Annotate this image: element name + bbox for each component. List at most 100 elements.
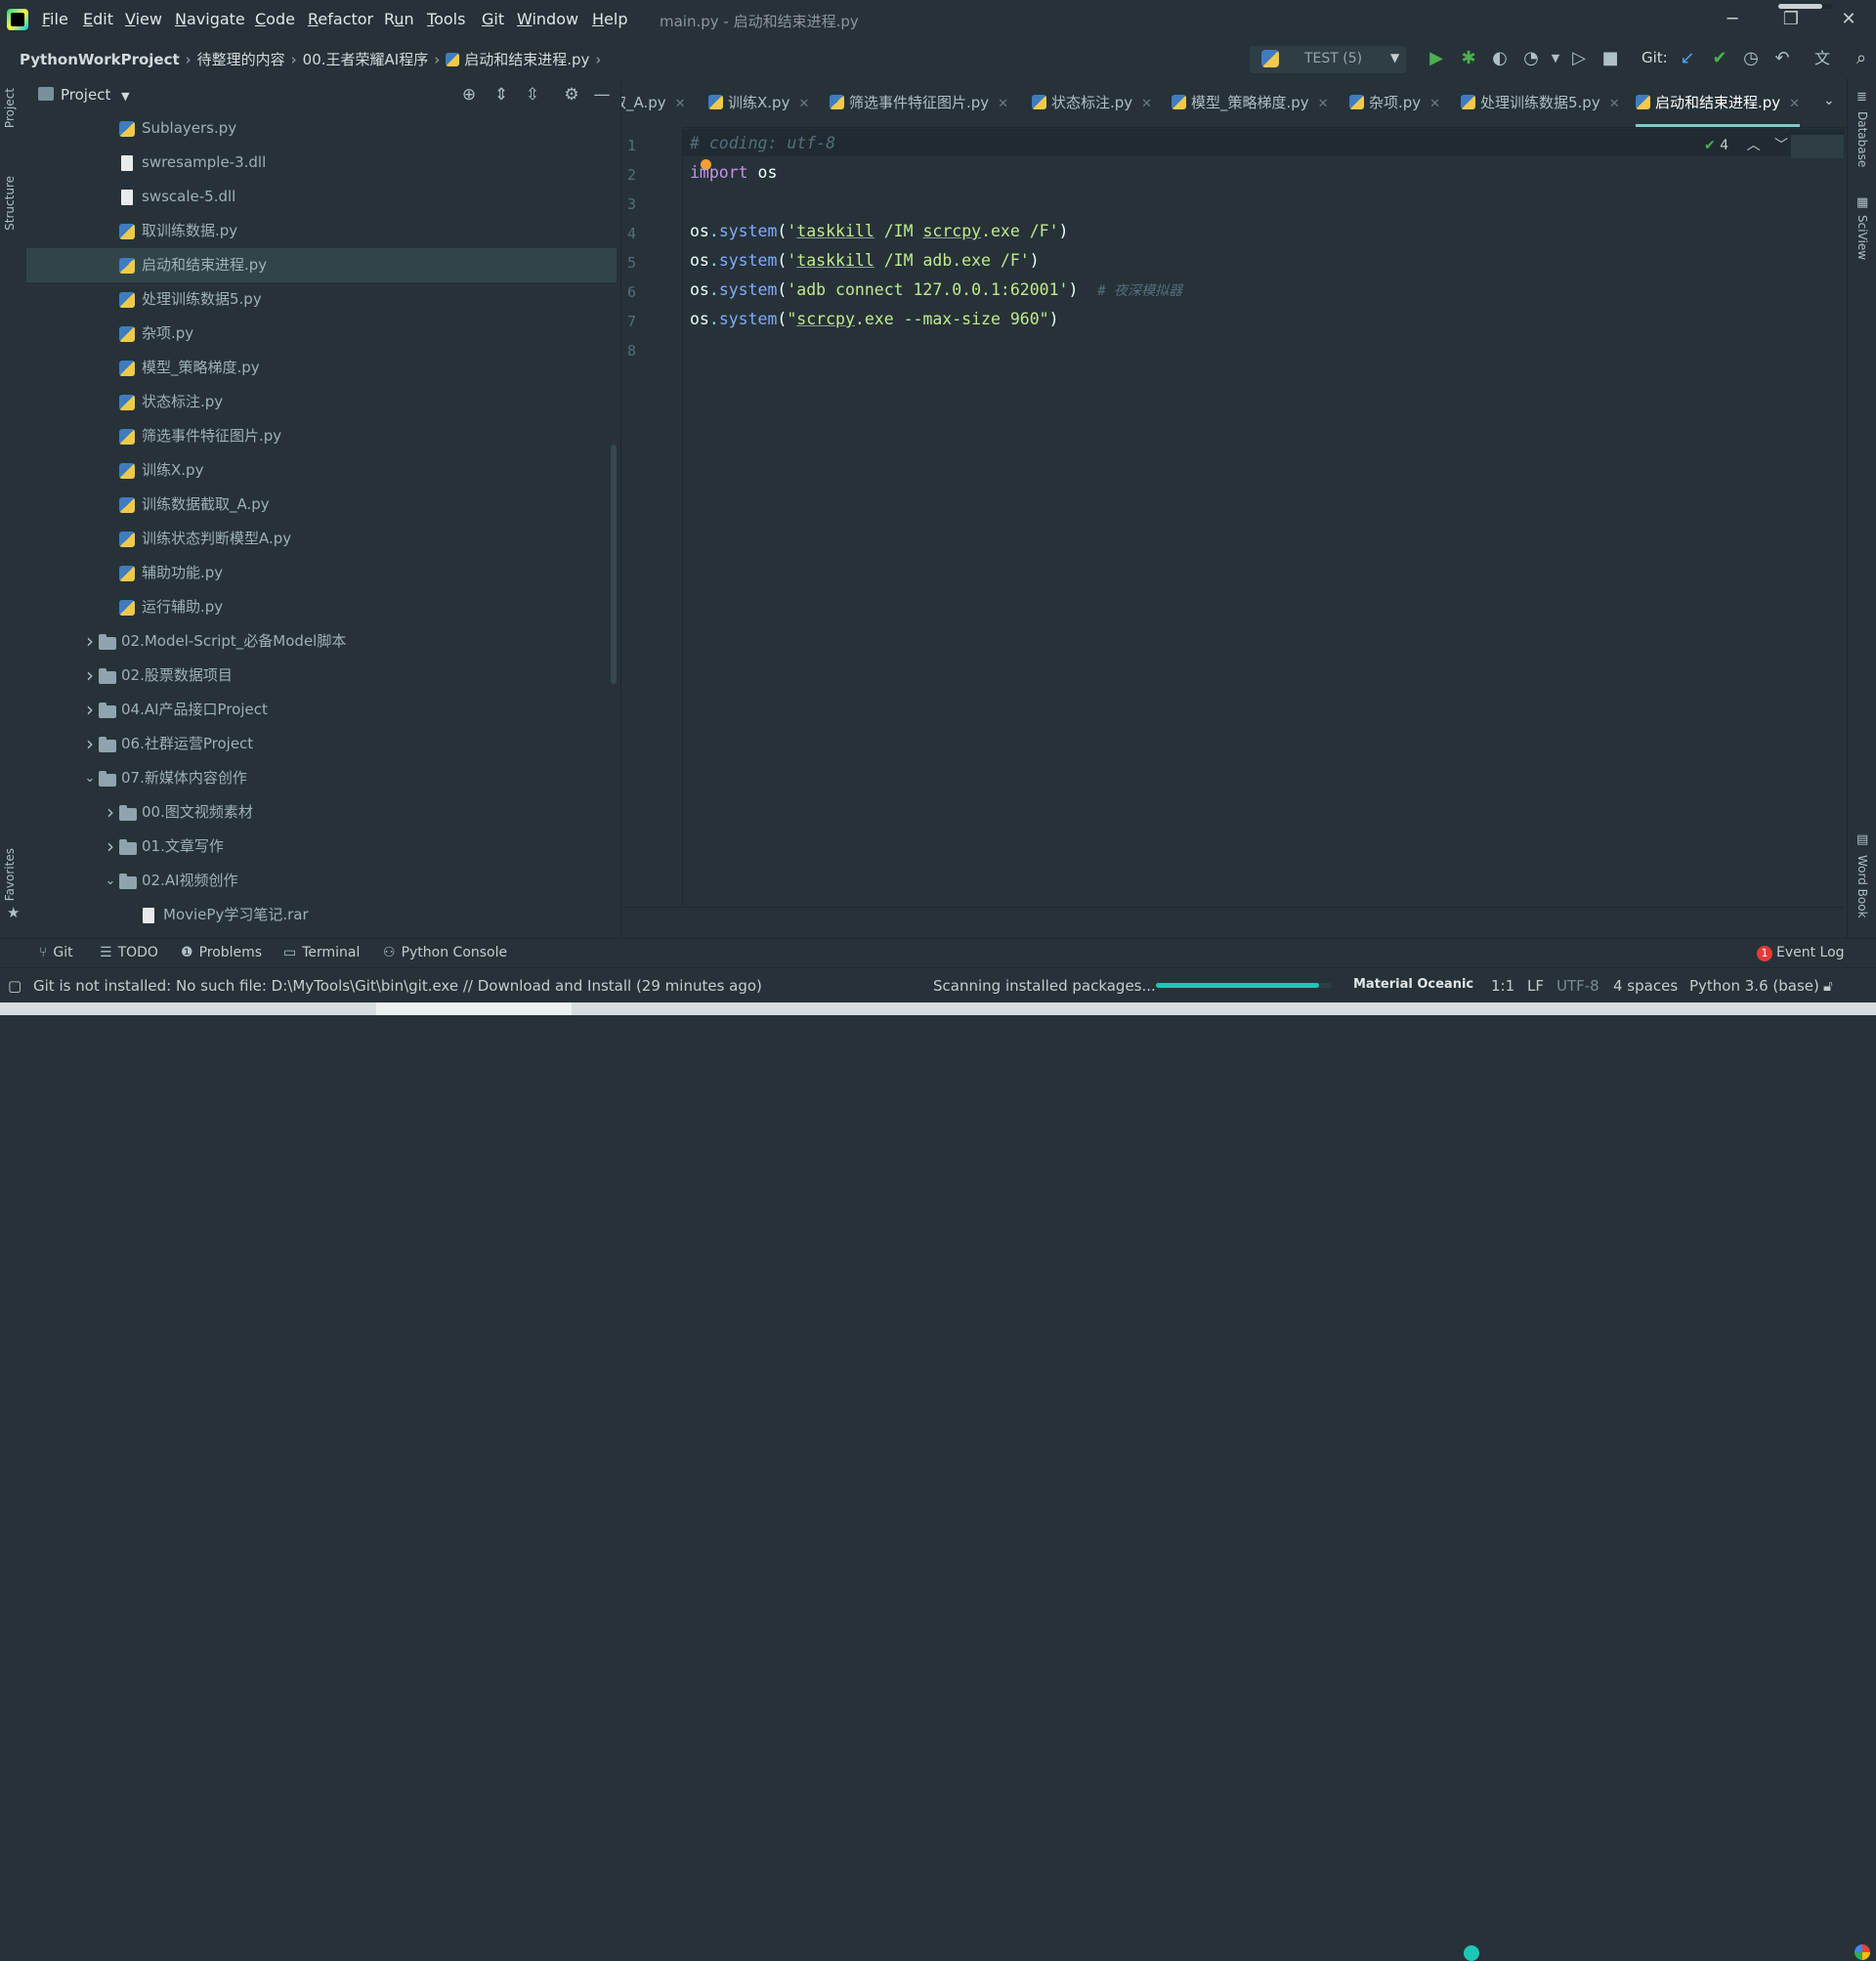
editor-tab[interactable]: 模型_策略梯度.py ✕	[1172, 78, 1329, 127]
close-tab-icon[interactable]: ✕	[798, 97, 809, 111]
theme-name[interactable]: Material Oceanic	[1353, 977, 1473, 992]
event-log-button[interactable]: 1 Event Log	[1757, 945, 1845, 961]
close-tab-icon[interactable]: ✕	[1318, 97, 1329, 111]
tree-file[interactable]: 训练状态判断模型A.py	[26, 522, 617, 556]
code-line-7[interactable]: os.system("scrcpy.exe --max-size 960")	[690, 310, 1059, 328]
menu-item[interactable]: Help	[592, 10, 627, 28]
favorites-tool-tab[interactable]: Favorites	[3, 848, 17, 901]
code-line-5[interactable]: os.system('taskkill /IM adb.exe /F')	[690, 251, 1040, 270]
close-window-button[interactable]: ✕	[1835, 6, 1862, 33]
gear-icon[interactable]: ⚙	[561, 84, 582, 106]
chevron-down-icon[interactable]: ﹀	[1774, 138, 1788, 153]
lock-icon[interactable]: 🔓︎	[1823, 977, 1833, 995]
menu-item[interactable]: Edit	[83, 10, 113, 28]
run-icon[interactable]: ▶	[1425, 47, 1448, 70]
tree-file[interactable]: 运行辅助.py	[26, 590, 617, 624]
editor-tab[interactable]: 状态标注.py ✕	[1032, 78, 1152, 127]
todo-tool-button[interactable]: ☰ TODO	[100, 945, 158, 960]
tree-file[interactable]: swscale-5.dll	[26, 180, 617, 214]
build-icon[interactable]: ▷	[1567, 47, 1591, 70]
tree-file[interactable]: 模型_策略梯度.py	[26, 351, 617, 385]
breadcrumb-file[interactable]: 启动和结束进程.py	[464, 51, 589, 68]
translate-icon[interactable]: 文	[1811, 47, 1834, 70]
search-icon[interactable]: ⌕	[1850, 47, 1873, 70]
structure-tool-tab[interactable]: Structure	[3, 176, 17, 231]
expand-all-icon[interactable]: ⇕	[490, 84, 512, 106]
project-view-selector[interactable]: Project ▼	[61, 86, 130, 104]
chevron-down-icon[interactable]: ⌄	[83, 761, 97, 795]
terminal-tool-button[interactable]: ▭ Terminal	[283, 945, 360, 960]
tree-file[interactable]: 状态标注.py	[26, 385, 617, 419]
menu-item[interactable]: View	[125, 10, 162, 28]
git-update-icon[interactable]: ↙	[1676, 47, 1699, 70]
tree-file[interactable]: 训练数据截取_A.py	[26, 488, 617, 522]
google-icon[interactable]	[1855, 1944, 1870, 1960]
tree-file[interactable]: Sublayers.py	[26, 111, 617, 146]
project-tool-tab[interactable]: Project	[3, 88, 17, 128]
editor-tab[interactable]: 训练X.py ✕	[708, 78, 809, 127]
tree-file[interactable]: 杂项.py	[26, 317, 617, 351]
close-tab-icon[interactable]: ✕	[675, 97, 686, 111]
chevron-right-icon[interactable]: ›	[104, 795, 117, 830]
menu-item[interactable]: Code	[255, 10, 295, 28]
tree-folder[interactable]: ⌄ 07.新媒体内容创作	[26, 761, 617, 795]
close-tab-icon[interactable]: ✕	[1789, 97, 1800, 111]
chevron-down-icon[interactable]: ⌄	[104, 864, 117, 898]
minimize-button[interactable]: ─	[1719, 6, 1746, 33]
database-tool-tab[interactable]: Database	[1855, 111, 1869, 167]
tree-file[interactable]: 启动和结束进程.py	[26, 248, 617, 282]
problems-tool-button[interactable]: ❶ Problems	[181, 945, 262, 960]
tree-folder[interactable]: ⌄ 02.AI视频创作	[26, 864, 617, 898]
status-panel-icon[interactable]: ▢	[8, 977, 21, 995]
menu-item[interactable]: Git	[482, 10, 504, 28]
line-separator[interactable]: LF	[1527, 977, 1544, 995]
tree-folder[interactable]: › 02.股票数据项目	[26, 659, 617, 693]
profile-icon[interactable]: ◔	[1519, 47, 1543, 70]
code-minimap[interactable]	[1791, 135, 1844, 158]
collapse-all-icon[interactable]: ⇳	[522, 84, 543, 106]
coverage-icon[interactable]: ◐	[1488, 47, 1512, 70]
tree-folder[interactable]: › 01.文章写作	[26, 830, 617, 864]
close-tab-icon[interactable]: ✕	[1429, 97, 1440, 111]
editor-tab[interactable]: 启动和结束进程.py ✕	[1636, 78, 1801, 127]
tree-file[interactable]: 取训练数据.py	[26, 214, 617, 248]
hide-panel-icon[interactable]: —	[591, 84, 613, 106]
editor-tab[interactable]: 取_A.py ✕	[621, 78, 686, 127]
tree-file[interactable]: 训练X.py	[26, 453, 617, 488]
editor-tab[interactable]: 筛选事件特征图片.py ✕	[830, 78, 1008, 127]
close-tab-icon[interactable]: ✕	[1609, 97, 1620, 111]
tree-file[interactable]: 辅助功能.py	[26, 556, 617, 590]
stop-icon[interactable]: ■	[1599, 47, 1622, 70]
show-hidden-tabs-icon[interactable]: ⌄	[1823, 93, 1835, 108]
menu-item[interactable]: Run	[384, 10, 414, 28]
indent-setting[interactable]: 4 spaces	[1613, 977, 1678, 995]
close-tab-icon[interactable]: ✕	[1141, 97, 1152, 111]
chevron-right-icon[interactable]: ›	[83, 624, 97, 659]
chevron-up-icon[interactable]: ︿	[1747, 138, 1761, 153]
code-line-6[interactable]: os.system('adb connect 127.0.0.1:62001')…	[690, 280, 1182, 300]
profile-dropdown-icon[interactable]: ▼	[1544, 47, 1567, 70]
python-interpreter[interactable]: Python 3.6 (base)	[1689, 977, 1819, 995]
menu-item[interactable]: Tools	[427, 10, 465, 28]
tree-file[interactable]: MoviePy学习笔记.rar	[26, 898, 617, 932]
debug-icon[interactable]: ✱	[1457, 47, 1480, 70]
chevron-right-icon[interactable]: ›	[83, 727, 97, 761]
menu-item[interactable]: Window	[517, 10, 578, 28]
git-rollback-icon[interactable]: ↶	[1770, 47, 1794, 70]
menu-item[interactable]: Refactor	[308, 10, 373, 28]
chevron-right-icon[interactable]: ›	[83, 659, 97, 693]
restore-button[interactable]: ❐	[1777, 6, 1805, 33]
git-tool-button[interactable]: ⑂ Git	[39, 945, 73, 960]
breadcrumb-project[interactable]: PythonWorkProject	[20, 51, 180, 68]
tree-scrollbar[interactable]	[611, 445, 617, 684]
caret-position[interactable]: 1:1	[1491, 977, 1514, 995]
chevron-right-icon[interactable]: ›	[83, 693, 97, 727]
tree-folder[interactable]: › 06.社群运营Project	[26, 727, 617, 761]
breadcrumb-folder[interactable]: 00.王者荣耀AI程序	[303, 51, 429, 68]
tree-file[interactable]: 处理训练数据5.py	[26, 282, 617, 317]
status-message[interactable]: Git is not installed: No such file: D:\M…	[33, 977, 762, 995]
git-history-icon[interactable]: ◷	[1739, 47, 1763, 70]
code-line-1[interactable]: # coding: utf-8	[690, 134, 835, 152]
run-configuration-selector[interactable]: TEST (5) ▼	[1250, 46, 1406, 73]
word-book-tool-tab[interactable]: Word Book	[1855, 855, 1869, 918]
